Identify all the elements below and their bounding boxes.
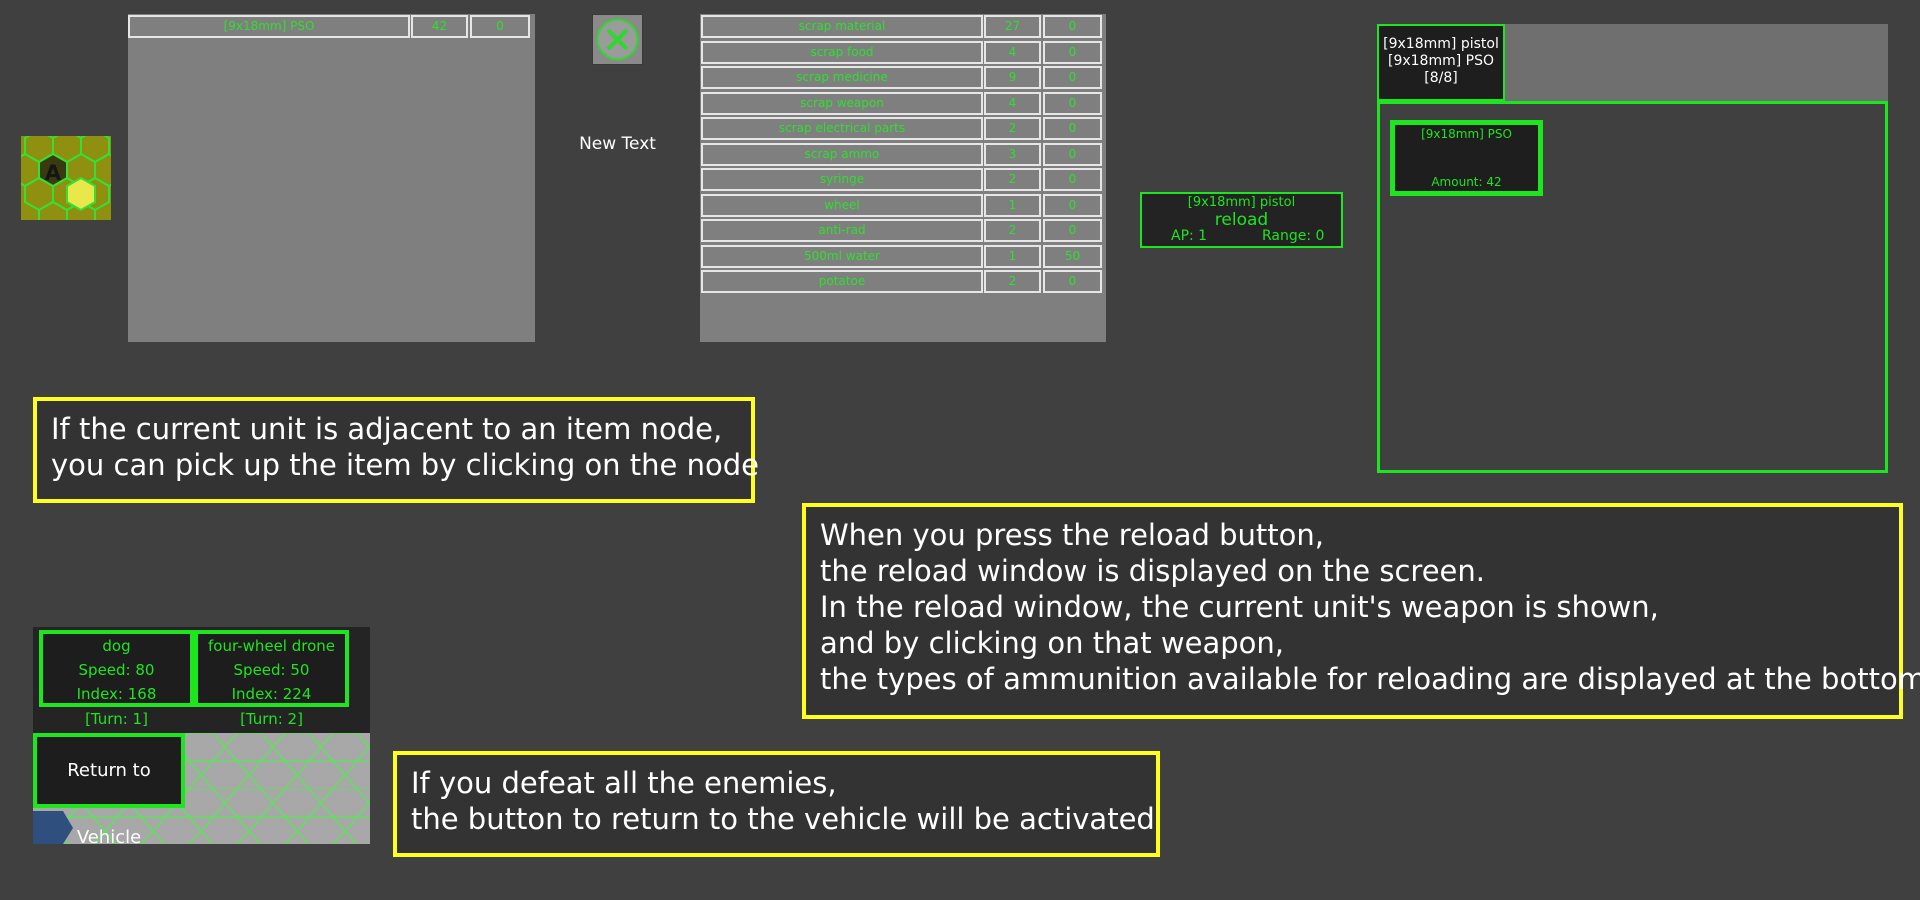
- inventory-take-cell[interactable]: 0: [1043, 92, 1102, 115]
- inventory-take-cell[interactable]: 0: [1043, 15, 1102, 38]
- inventory-count-cell: 1: [984, 194, 1041, 217]
- caption-line: In the reload window, the current unit's…: [820, 590, 1659, 624]
- inventory-take-cell[interactable]: 0: [1043, 143, 1102, 166]
- pickup-caption: If the current unit is adjacent to an it…: [33, 397, 759, 503]
- inventory-name-cell[interactable]: scrap medicine: [701, 66, 983, 89]
- inventory-count-cell: 1: [984, 245, 1041, 268]
- reload-weapon-name: [9x18mm] pistol: [1383, 36, 1499, 52]
- inventory-take-cell[interactable]: 0: [1043, 117, 1102, 140]
- item-count-cell: 42: [411, 15, 468, 38]
- return-caption: If you defeat all the enemies, the butto…: [393, 751, 1160, 857]
- caption-line: When you press the reload button,: [820, 518, 1324, 552]
- inventory-count-cell: 2: [984, 168, 1041, 191]
- reload-caption: When you press the reload button, the re…: [802, 503, 1920, 719]
- caption-line: and by clicking on that weapon,: [820, 626, 1284, 660]
- reload-loaded-ammo: [9x18mm] PSO: [1387, 53, 1494, 69]
- inventory-name-cell[interactable]: 500ml water: [701, 245, 983, 268]
- ammo-option-card[interactable]: [9x18mm] PSO Amount: 42: [1390, 120, 1543, 196]
- inventory-count-cell: 4: [984, 41, 1041, 64]
- inventory-name-cell[interactable]: wheel: [701, 194, 983, 217]
- item-take-cell[interactable]: 0: [470, 15, 530, 38]
- caption-line: If you defeat all the enemies,: [411, 766, 837, 800]
- inventory-count-cell: 2: [984, 117, 1041, 140]
- inventory-name-cell[interactable]: scrap ammo: [701, 143, 983, 166]
- unit-index: Index: 168: [76, 685, 157, 703]
- inventory-take-cell[interactable]: 0: [1043, 66, 1102, 89]
- inventory-name-cell[interactable]: scrap weapon: [701, 92, 983, 115]
- return-to-vehicle-button[interactable]: Return to Vehicle: [33, 733, 185, 848]
- inventory-name-cell[interactable]: scrap material: [701, 15, 983, 38]
- inventory-name-cell[interactable]: syringe: [701, 168, 983, 191]
- caption-line: If the current unit is adjacent to an it…: [51, 412, 723, 446]
- reload-magazine-count: [8/8]: [1424, 70, 1458, 86]
- inventory-take-cell[interactable]: 0: [1043, 194, 1102, 217]
- item-node-panel: [9x18mm] PSO 42 0: [128, 14, 535, 342]
- inventory-count-cell: 27: [984, 15, 1041, 38]
- close-button[interactable]: [592, 14, 643, 65]
- reload-action-button[interactable]: [9x18mm] pistol reload AP: 1 Range: 0: [1140, 192, 1343, 248]
- turn-unit-card[interactable]: four-wheel drone Speed: 50 Index: 224: [194, 630, 349, 707]
- unit-name: four-wheel drone: [207, 637, 336, 655]
- inventory-take-cell[interactable]: 0: [1043, 168, 1102, 191]
- inventory-panel: scrap material 27 0 scrap food 4 0 scrap…: [700, 14, 1106, 342]
- unit-marker-label: A: [44, 161, 62, 185]
- caption-line: the reload window is displayed on the sc…: [820, 554, 1485, 588]
- inventory-count-cell: 4: [984, 92, 1041, 115]
- inventory-count-cell: 9: [984, 66, 1041, 89]
- inventory-count-cell: 2: [984, 270, 1041, 293]
- close-icon: [596, 18, 639, 61]
- action-ap-cost: AP: 1: [1171, 228, 1208, 244]
- unit-turn-label: [Turn: 1]: [85, 710, 148, 728]
- ammo-name: [9x18mm] PSO: [1421, 127, 1512, 141]
- unit-turn-label: [Turn: 2]: [240, 710, 303, 728]
- ammo-amount: Amount: 42: [1431, 175, 1502, 189]
- weapon-name: [9x18mm] pistol: [1187, 195, 1296, 210]
- caption-line: you can pick up the item by clicking on …: [51, 448, 759, 482]
- inventory-count-cell: 3: [984, 143, 1041, 166]
- inventory-take-cell[interactable]: 0: [1043, 219, 1102, 242]
- inventory-take-cell[interactable]: 0: [1043, 41, 1102, 64]
- action-range: Range: 0: [1262, 228, 1325, 244]
- action-name: reload: [1214, 210, 1269, 230]
- turn-unit-card[interactable]: dog Speed: 80 Index: 168: [39, 630, 194, 707]
- center-label: New Text: [579, 134, 656, 154]
- unit-name: dog: [102, 637, 131, 655]
- reload-weapon-tab[interactable]: [9x18mm] pistol [9x18mm] PSO [8/8]: [1377, 24, 1505, 101]
- inventory-name-cell[interactable]: potatoe: [701, 270, 983, 293]
- unit-speed: Speed: 50: [233, 661, 310, 679]
- unit-index: Index: 224: [231, 685, 312, 703]
- inventory-name-cell[interactable]: scrap food: [701, 41, 983, 64]
- caption-line: the button to return to the vehicle will…: [411, 802, 1155, 836]
- inventory-take-cell[interactable]: 50: [1043, 245, 1102, 268]
- unit-speed: Speed: 80: [78, 661, 155, 679]
- inventory-take-cell[interactable]: 0: [1043, 270, 1102, 293]
- inventory-name-cell[interactable]: anti-rad: [701, 219, 983, 242]
- hex-map-thumbnail: A: [21, 136, 111, 220]
- inventory-count-cell: 2: [984, 219, 1041, 242]
- caption-line: the types of ammunition available for re…: [820, 662, 1920, 696]
- item-name-cell[interactable]: [9x18mm] PSO: [128, 15, 410, 38]
- inventory-name-cell[interactable]: scrap electrical parts: [701, 117, 983, 140]
